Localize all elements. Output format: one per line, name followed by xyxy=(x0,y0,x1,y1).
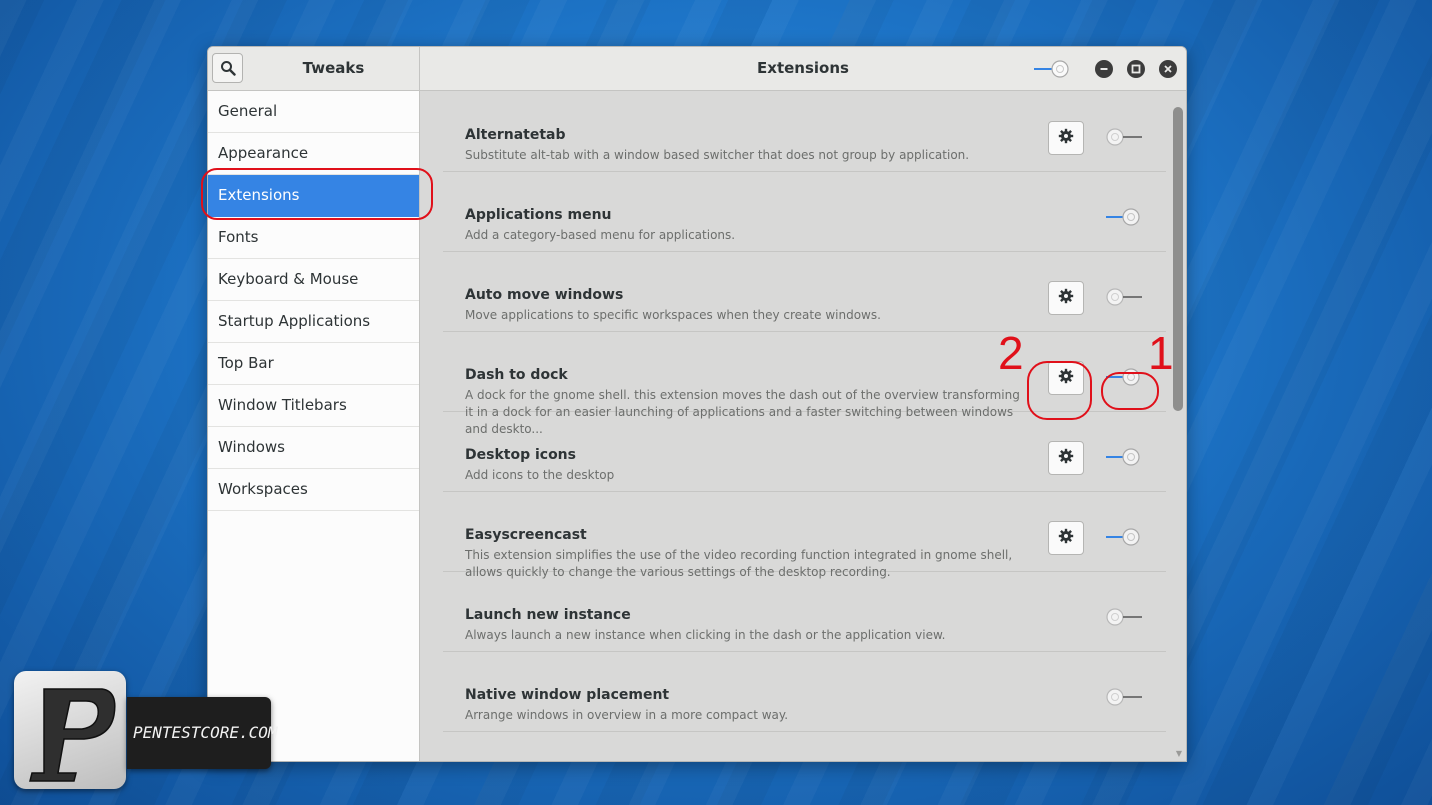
extension-row-native-window-placement: Native window placement Arrange windows … xyxy=(443,651,1166,732)
extension-name: Desktop icons xyxy=(465,447,576,463)
gear-icon xyxy=(1058,128,1074,148)
global-extensions-switch[interactable] xyxy=(1032,59,1072,79)
watermark-banner: PENTESTCORE.COM xyxy=(127,697,278,769)
app-title: Tweaks xyxy=(302,59,365,77)
header-left: Tweaks xyxy=(208,47,420,91)
sidebar-item-window-titlebars[interactable]: Window Titlebars xyxy=(208,385,419,427)
annotation-circle-extensions xyxy=(201,168,433,220)
sidebar-item-keyboard-mouse[interactable]: Keyboard & Mouse xyxy=(208,259,419,301)
sidebar-item-startup-applications[interactable]: Startup Applications xyxy=(208,301,419,343)
extension-description: Substitute alt-tab with a window based s… xyxy=(465,148,970,162)
gear-icon xyxy=(1058,288,1074,308)
sidebar-item-windows[interactable]: Windows xyxy=(208,427,419,469)
search-button[interactable] xyxy=(212,53,243,83)
annotation-circle-settings xyxy=(1027,361,1092,420)
extension-row-desktop-icons: Desktop icons Add icons to the desktop xyxy=(443,411,1166,492)
extension-row-launch-new-instance: Launch new instance Always launch a new … xyxy=(443,571,1166,652)
sidebar-item-general[interactable]: General xyxy=(208,91,419,133)
alternatetab-settings-button[interactable] xyxy=(1048,121,1084,155)
native-window-placement-toggle[interactable] xyxy=(1104,687,1144,707)
sidebar-item-workspaces[interactable]: Workspaces xyxy=(208,469,419,511)
extension-row-alternatetab: Alternatetab Substitute alt-tab with a w… xyxy=(443,91,1166,172)
minimize-button[interactable] xyxy=(1095,60,1113,78)
sidebar-item-fonts[interactable]: Fonts xyxy=(208,217,419,259)
logo-p-icon xyxy=(29,688,116,782)
extension-name: Launch new instance xyxy=(465,607,631,623)
gear-icon xyxy=(1058,448,1074,468)
watermark-text: PENTESTCORE.COM xyxy=(133,723,278,742)
extension-description: Arrange windows in overview in a more co… xyxy=(465,708,789,722)
auto-move-windows-settings-button[interactable] xyxy=(1048,281,1084,315)
search-icon xyxy=(220,61,236,76)
extension-name: Dash to dock xyxy=(465,367,568,383)
auto-move-windows-toggle[interactable] xyxy=(1104,287,1144,307)
extension-name: Easyscreencast xyxy=(465,527,587,543)
extension-name: Native window placement xyxy=(465,687,670,703)
annotation-number-1: 1 xyxy=(1148,327,1174,379)
watermark-logo xyxy=(14,671,126,789)
scroll-down-icon[interactable]: ▼ xyxy=(1176,749,1182,758)
extensions-list: Alternatetab Substitute alt-tab with a w… xyxy=(420,91,1186,761)
extension-description: Always launch a new instance when clicki… xyxy=(465,628,946,642)
extension-row-applications-menu: Applications menu Add a category-based m… xyxy=(443,171,1166,252)
gear-icon xyxy=(1058,528,1074,548)
close-button[interactable] xyxy=(1159,60,1177,78)
launch-new-instance-toggle[interactable] xyxy=(1104,607,1144,627)
extension-name: Alternatetab xyxy=(465,127,566,143)
scrollbar[interactable] xyxy=(1173,107,1183,411)
easyscreencast-settings-button[interactable] xyxy=(1048,521,1084,555)
extension-row-easyscreencast: Easyscreencast This extension simplifies… xyxy=(443,491,1166,579)
close-icon xyxy=(1164,65,1172,73)
desktop-icons-toggle[interactable] xyxy=(1104,447,1144,467)
applications-menu-toggle[interactable] xyxy=(1104,207,1144,227)
extension-name: Applications menu xyxy=(465,207,612,223)
extension-name: Auto move windows xyxy=(465,287,624,303)
alternatetab-toggle[interactable] xyxy=(1104,127,1144,147)
maximize-icon xyxy=(1131,64,1141,74)
minimize-icon xyxy=(1100,68,1108,70)
maximize-button[interactable] xyxy=(1127,60,1145,78)
extension-description: Move applications to specific workspaces… xyxy=(465,308,881,322)
extension-description: Add icons to the desktop xyxy=(465,468,615,482)
extension-description: Add a category-based menu for applicatio… xyxy=(465,228,736,242)
easyscreencast-toggle[interactable] xyxy=(1104,527,1144,547)
sidebar-item-top-bar[interactable]: Top Bar xyxy=(208,343,419,385)
header-right: Extensions xyxy=(420,47,1186,91)
extension-row-auto-move-windows: Auto move windows Move applications to s… xyxy=(443,251,1166,332)
annotation-number-2: 2 xyxy=(998,327,1024,379)
desktop-icons-settings-button[interactable] xyxy=(1048,441,1084,475)
